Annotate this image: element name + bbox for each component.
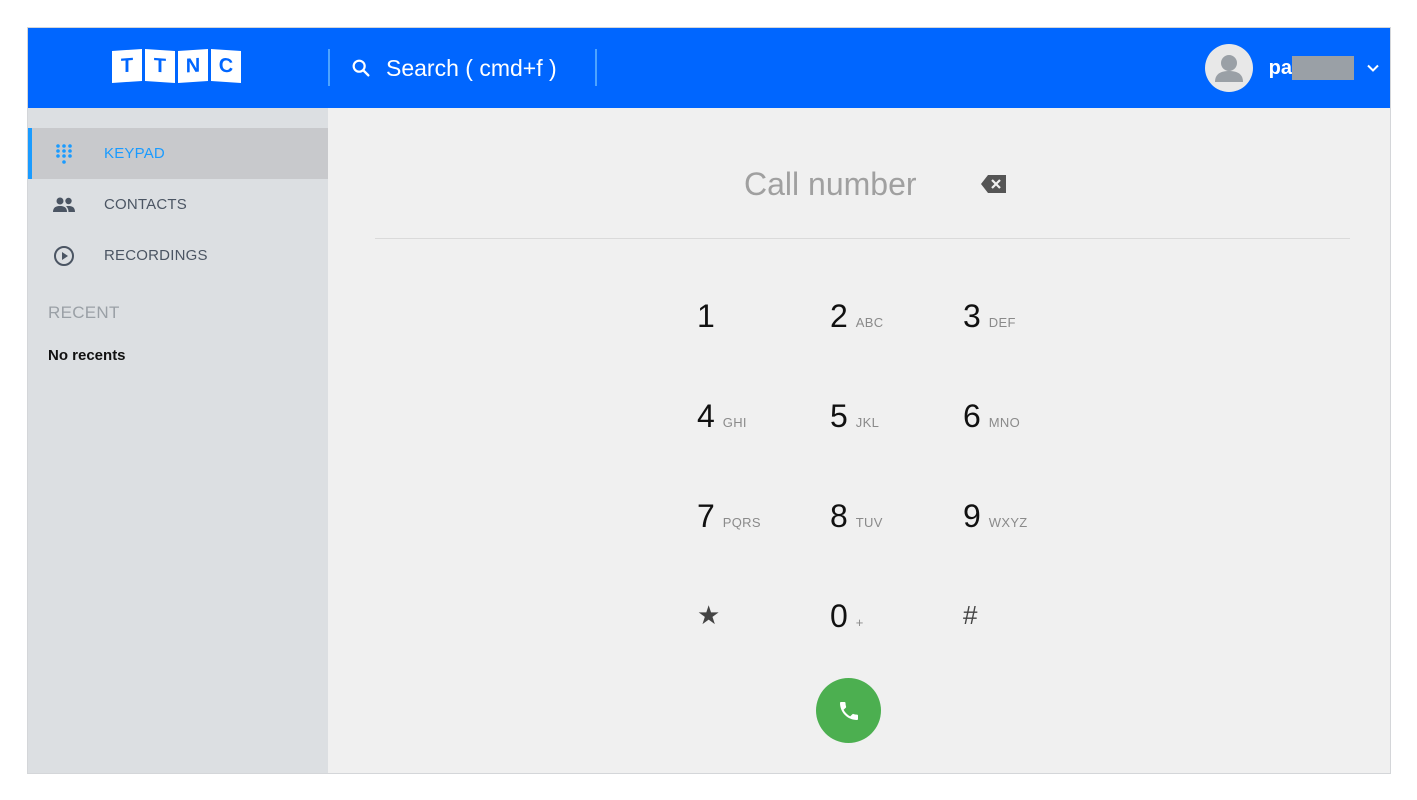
key-digit: 0 <box>830 598 848 634</box>
logo-letter: T <box>112 48 142 84</box>
key-star[interactable]: ★ <box>697 600 797 650</box>
sidebar-item-recordings[interactable]: RECORDINGS <box>28 230 328 281</box>
key-letters: DEF <box>988 315 1016 330</box>
key-0[interactable]: 0 + <box>830 598 930 648</box>
key-digit: 1 <box>697 298 715 334</box>
key-6[interactable]: 6 MNO <box>963 398 1063 448</box>
key-letters: GHI <box>722 415 747 430</box>
username: pa <box>1268 56 1292 79</box>
call-button[interactable] <box>816 678 881 743</box>
play-circle-icon <box>52 244 76 268</box>
key-digit: 8 <box>830 498 848 534</box>
key-7[interactable]: 7 PQRS <box>697 498 797 548</box>
sidebar: KEYPAD CONTACTS RECORDINGS RECENT No rec… <box>28 108 328 773</box>
key-digit: 2 <box>830 298 848 334</box>
header-divider <box>328 49 330 86</box>
key-hash[interactable]: # <box>963 600 1063 650</box>
key-digit: # <box>963 600 978 630</box>
key-1[interactable]: 1 <box>697 298 797 348</box>
search-button[interactable]: Search ( cmd+f ) <box>350 50 557 86</box>
people-icon <box>52 193 76 217</box>
key-digit: 4 <box>697 398 715 434</box>
sidebar-item-contacts[interactable]: CONTACTS <box>28 179 328 230</box>
key-digit: 6 <box>963 398 981 434</box>
input-divider <box>375 238 1350 239</box>
logo-letter: T <box>145 48 175 84</box>
call-number-input[interactable]: Call number <box>744 166 917 203</box>
search-icon <box>352 59 370 77</box>
key-2[interactable]: 2 ABC <box>830 298 930 348</box>
sidebar-item-keypad[interactable]: KEYPAD <box>28 128 328 179</box>
dialer-panel: Call number 1 2 ABC 3 DEF 4 GHI 5 JKL 6 … <box>328 108 1390 773</box>
dialpad-icon <box>52 142 76 166</box>
logo-letter: N <box>178 48 208 84</box>
key-letters: PQRS <box>722 515 761 530</box>
key-digit: 9 <box>963 498 981 534</box>
sidebar-item-label: CONTACTS <box>104 196 187 213</box>
phone-icon <box>839 701 858 720</box>
key-5[interactable]: 5 JKL <box>830 398 930 448</box>
ttnc-logo[interactable]: T T N C <box>112 48 241 88</box>
logo-letter: C <box>211 48 241 84</box>
user-icon <box>1214 55 1243 82</box>
key-digit: 3 <box>963 298 981 334</box>
header-divider <box>595 49 597 86</box>
key-letters: JKL <box>855 415 880 430</box>
key-digit: 5 <box>830 398 848 434</box>
recent-heading: RECENT <box>48 303 120 322</box>
app-window: T T N C Search ( cmd+f ) pa KEYPAD CONTA… <box>27 27 1391 774</box>
key-letters: ABC <box>855 315 884 330</box>
avatar[interactable] <box>1204 44 1253 92</box>
backspace-icon[interactable] <box>980 173 1008 195</box>
key-3[interactable]: 3 DEF <box>963 298 1063 348</box>
key-letters: + <box>855 615 864 630</box>
top-bar: T T N C Search ( cmd+f ) pa <box>28 28 1390 108</box>
search-label: Search ( cmd+f ) <box>386 54 557 81</box>
key-letters: MNO <box>988 415 1021 430</box>
recent-empty-text: No recents <box>48 347 126 364</box>
key-4[interactable]: 4 GHI <box>697 398 797 448</box>
star-icon: ★ <box>697 600 721 630</box>
key-8[interactable]: 8 TUV <box>830 498 930 548</box>
sidebar-item-label: RECORDINGS <box>104 247 208 264</box>
key-letters: TUV <box>855 515 883 530</box>
key-9[interactable]: 9 WXYZ <box>963 498 1063 548</box>
key-letters: WXYZ <box>988 515 1028 530</box>
key-digit: 7 <box>697 498 715 534</box>
sidebar-item-label: KEYPAD <box>104 145 165 162</box>
redacted-username <box>1292 56 1354 80</box>
user-menu[interactable]: pa <box>1204 41 1390 95</box>
chevron-down-icon[interactable] <box>1366 61 1380 75</box>
